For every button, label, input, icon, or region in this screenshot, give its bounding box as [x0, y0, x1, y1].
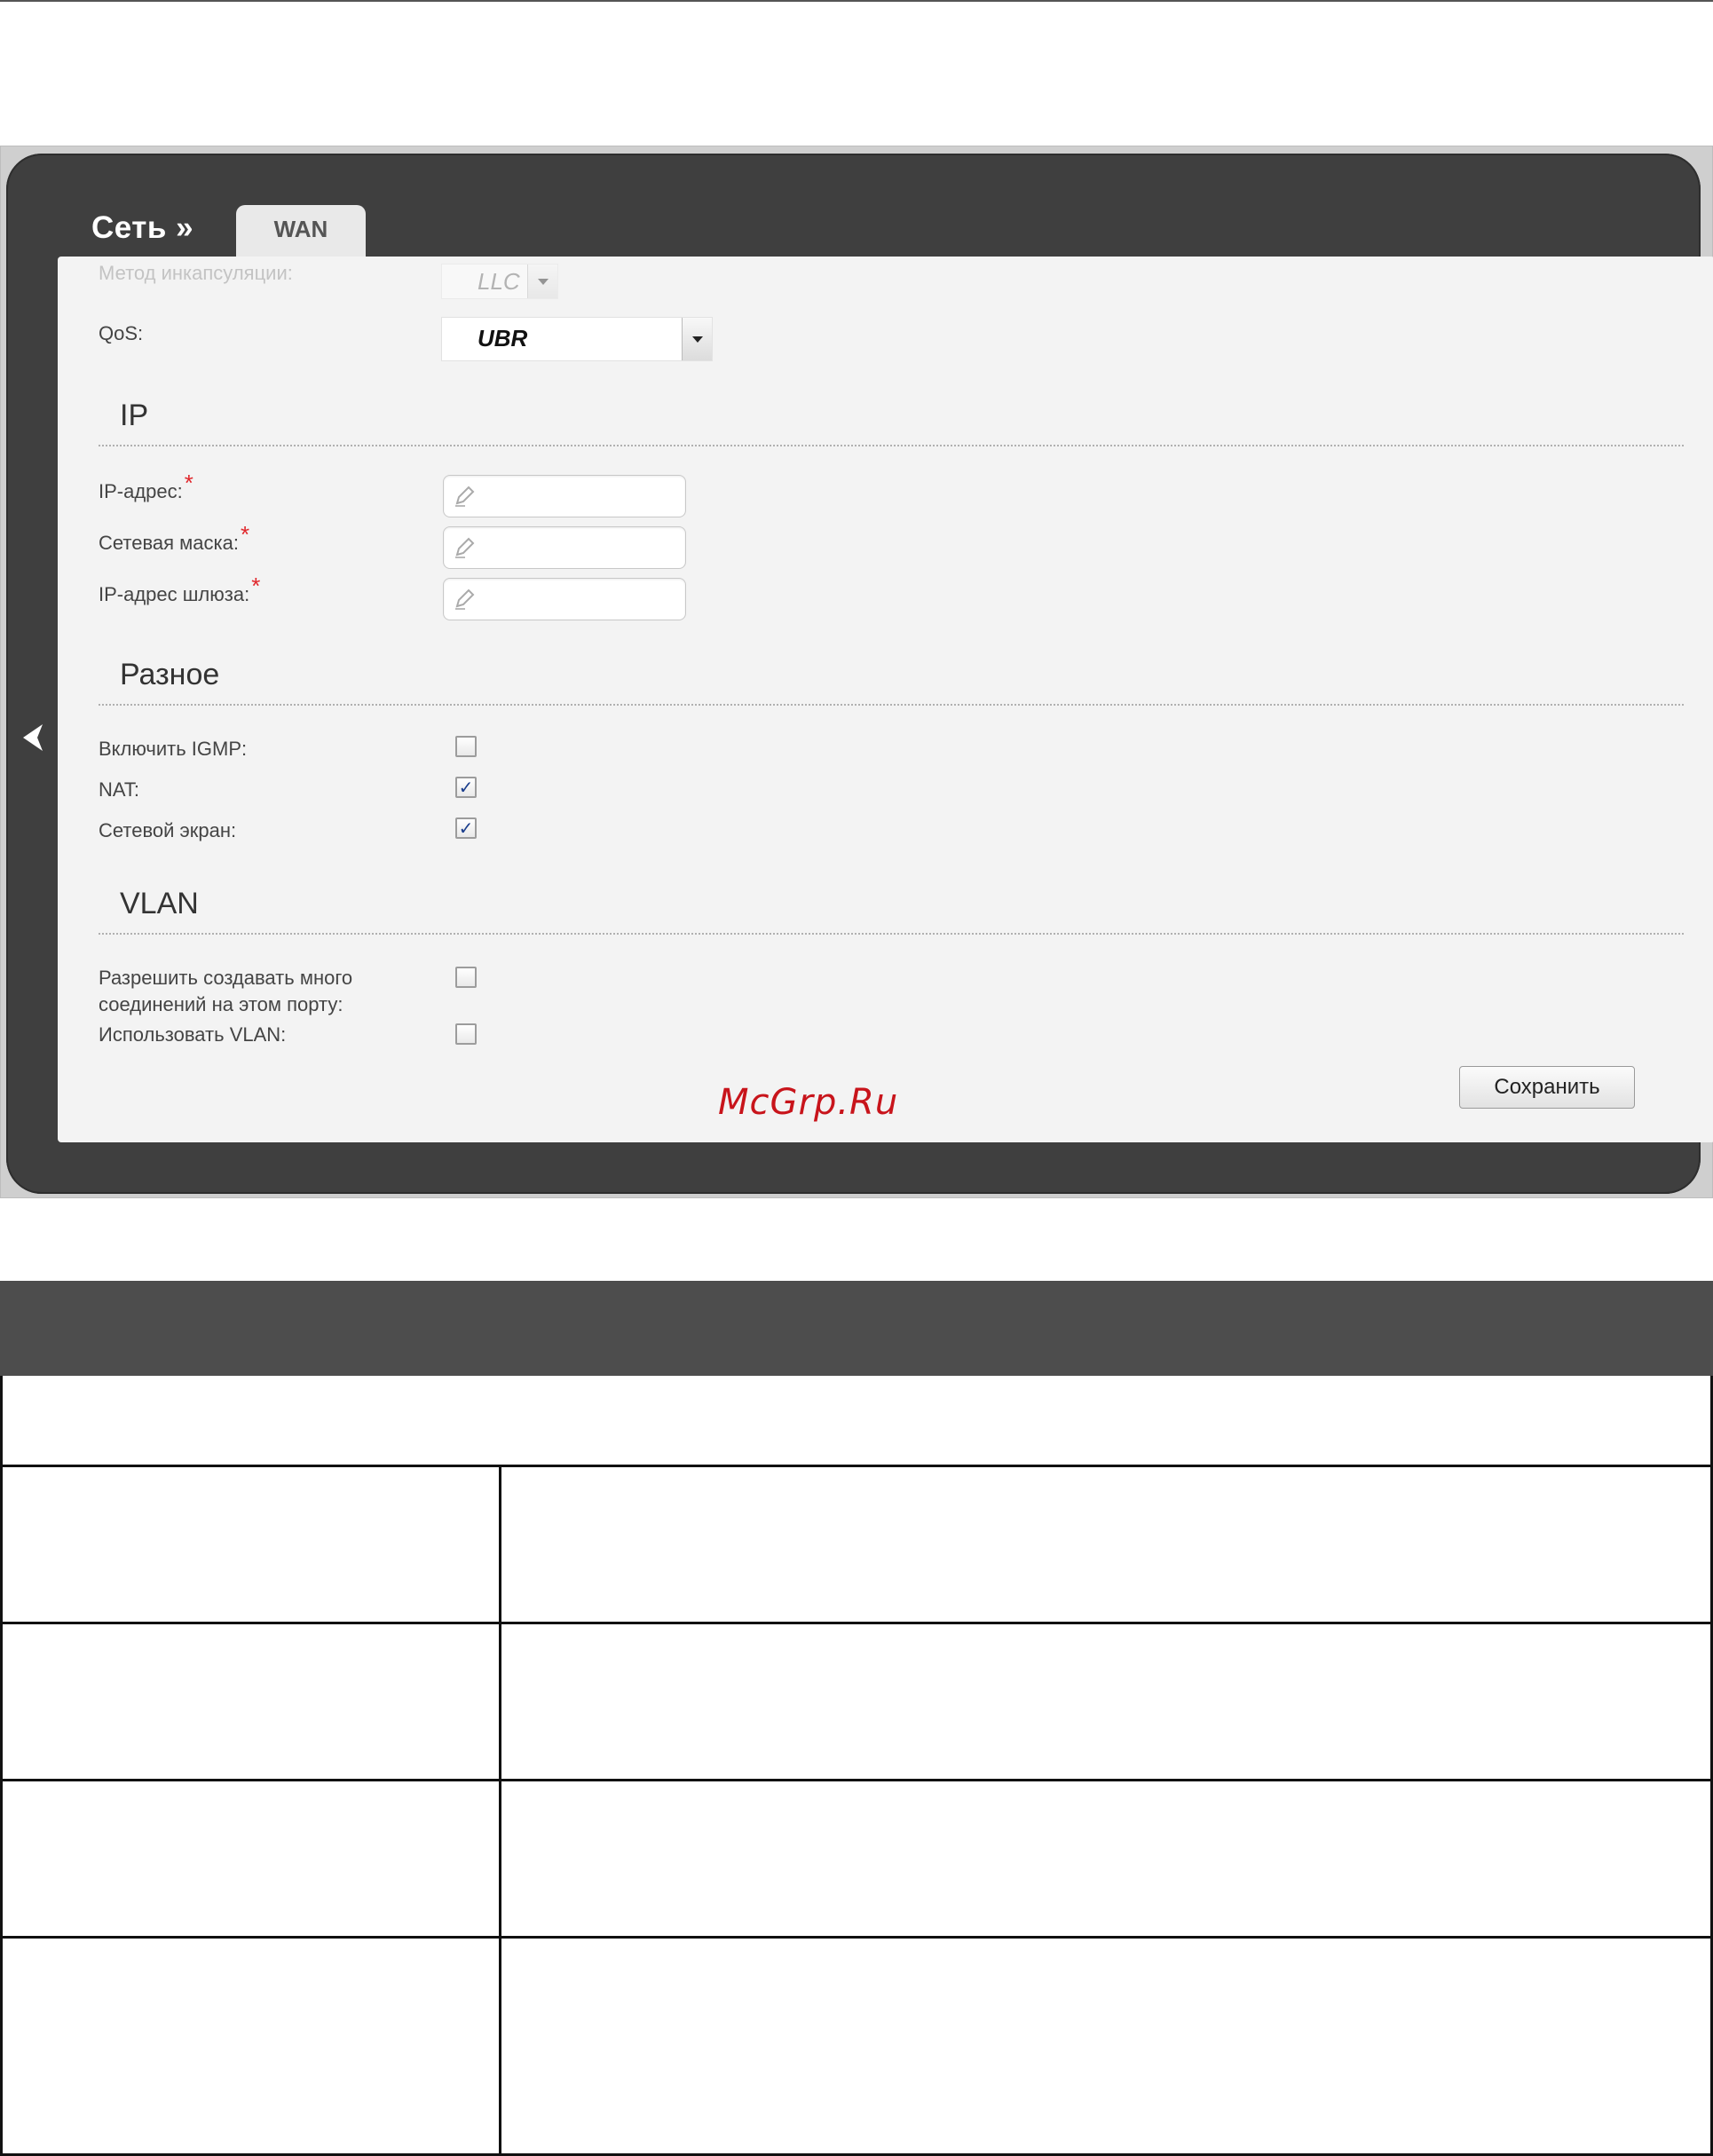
gateway-label: IP-адрес шлюза:*: [99, 573, 261, 605]
encapsulation-select[interactable]: LLC: [441, 264, 558, 299]
settings-panel: Метод инкапсуляции: LLC QoS: UBR IP IP-а…: [58, 257, 1713, 1142]
chevron-left-icon[interactable]: [15, 713, 51, 762]
screenshot-frame: Сеть » WAN Метод инкапсуляции: LLC QoS: …: [0, 146, 1713, 1198]
ip-address-input[interactable]: [443, 475, 686, 517]
nat-checkbox[interactable]: [455, 777, 477, 798]
encapsulation-label: Метод инкапсуляции:: [99, 262, 293, 284]
table-header: [0, 1281, 1713, 1376]
pencil-icon: [453, 485, 476, 512]
table-row: [0, 1781, 1713, 1939]
divider: [99, 704, 1684, 706]
firewall-label: Сетевой экран:: [99, 819, 237, 841]
table-row: [0, 1376, 1713, 1467]
qos-select[interactable]: UBR: [441, 317, 713, 361]
gateway-input[interactable]: [443, 578, 686, 620]
netmask-label: Сетевая маска:*: [99, 521, 250, 554]
ip-address-label: IP-адрес:*: [99, 470, 193, 502]
tab-wan[interactable]: WAN: [236, 205, 366, 258]
table-cell: [3, 1781, 501, 1936]
pencil-icon: [453, 588, 476, 615]
chevron-down-icon[interactable]: [682, 318, 712, 360]
table-cell: [3, 1939, 501, 2153]
multi-connections-checkbox[interactable]: [455, 967, 477, 988]
qos-value: UBR: [478, 325, 528, 351]
netmask-input[interactable]: [443, 526, 686, 569]
section-misc-title: Разное: [120, 658, 220, 691]
table-row: [0, 1467, 1713, 1624]
qos-label: QoS:: [99, 322, 144, 344]
watermark: McGrp.Ru: [718, 1082, 899, 1123]
section-vlan-title: VLAN: [120, 887, 199, 920]
breadcrumb-network[interactable]: Сеть »: [91, 210, 193, 246]
top-rule: [0, 0, 1713, 2]
firewall-checkbox[interactable]: [455, 817, 477, 839]
table-cell: [3, 1467, 501, 1622]
igmp-checkbox[interactable]: [455, 736, 477, 757]
router-ui-frame: Сеть » WAN Метод инкапсуляции: LLC QoS: …: [6, 154, 1713, 1194]
use-vlan-label: Использовать VLAN:: [99, 1023, 287, 1046]
igmp-label: Включить IGMP:: [99, 738, 248, 760]
nat-label: NAT:: [99, 778, 140, 801]
section-ip-title: IP: [120, 399, 149, 432]
table-row: [0, 1624, 1713, 1781]
use-vlan-checkbox[interactable]: [455, 1023, 477, 1045]
save-button[interactable]: Сохранить: [1459, 1066, 1635, 1109]
pencil-icon: [453, 536, 476, 564]
divider: [99, 445, 1684, 446]
table-row: [0, 1939, 1713, 2156]
divider: [99, 933, 1684, 935]
table-cell: [3, 1624, 501, 1779]
multi-connections-label: Разрешить создавать много соединений на …: [99, 967, 353, 1015]
